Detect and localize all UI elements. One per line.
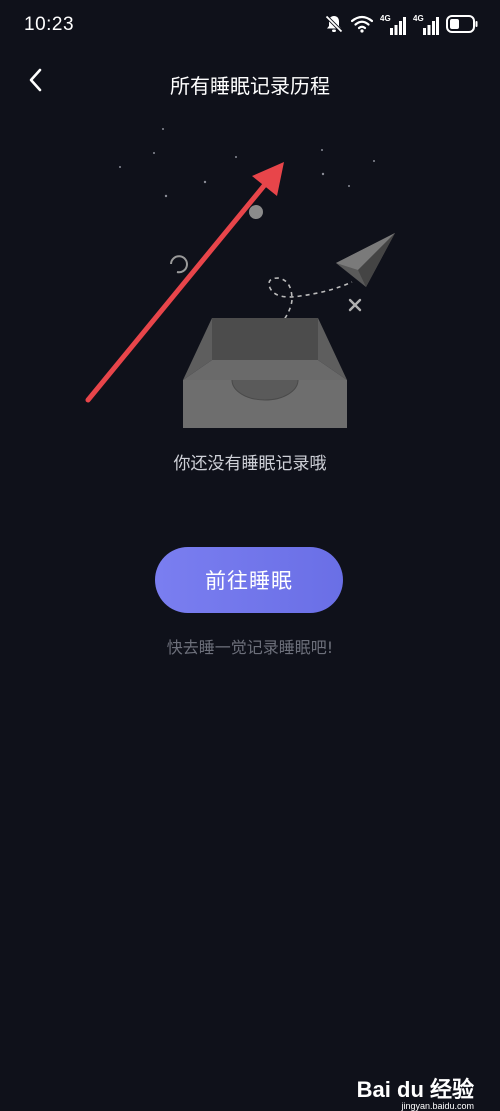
baidu-jingyan-logo: Bai du 经验 <box>356 1077 474 1102</box>
page-title: 所有睡眠记录历程 <box>170 74 330 98</box>
planet-dot <box>249 205 263 219</box>
tray-icon <box>183 318 347 428</box>
signal-4g-icon: 4G <box>413 14 439 36</box>
watermark-url: jingyan.baidu.com <box>401 1101 474 1111</box>
signal-4g-icon: 4G <box>380 14 406 36</box>
nav-bar: 所有睡眠记录历程 <box>0 54 500 112</box>
status-time: 10:23 <box>24 14 75 35</box>
empty-illustration <box>0 112 500 442</box>
paper-plane-icon <box>336 233 395 287</box>
wifi-icon <box>350 15 374 37</box>
battery-icon <box>446 15 478 37</box>
ring-decoration <box>170 255 188 274</box>
watermark: Bai du 经验 jingyan.baidu.com <box>356 1077 474 1111</box>
empty-tray-illustration <box>85 128 395 428</box>
status-bar: 10:23 4G 4G <box>0 0 500 54</box>
mute-bell-icon <box>324 14 344 38</box>
status-icons: 4G 4G <box>324 14 478 38</box>
stars-decoration <box>119 128 375 198</box>
go-sleep-button[interactable]: 前往睡眠 <box>155 547 343 613</box>
hint-text: 快去睡一觉记录睡眠吧! <box>166 638 334 657</box>
empty-message: 你还没有睡眠记录哦 <box>173 454 327 474</box>
x-mark-icon <box>348 298 362 312</box>
